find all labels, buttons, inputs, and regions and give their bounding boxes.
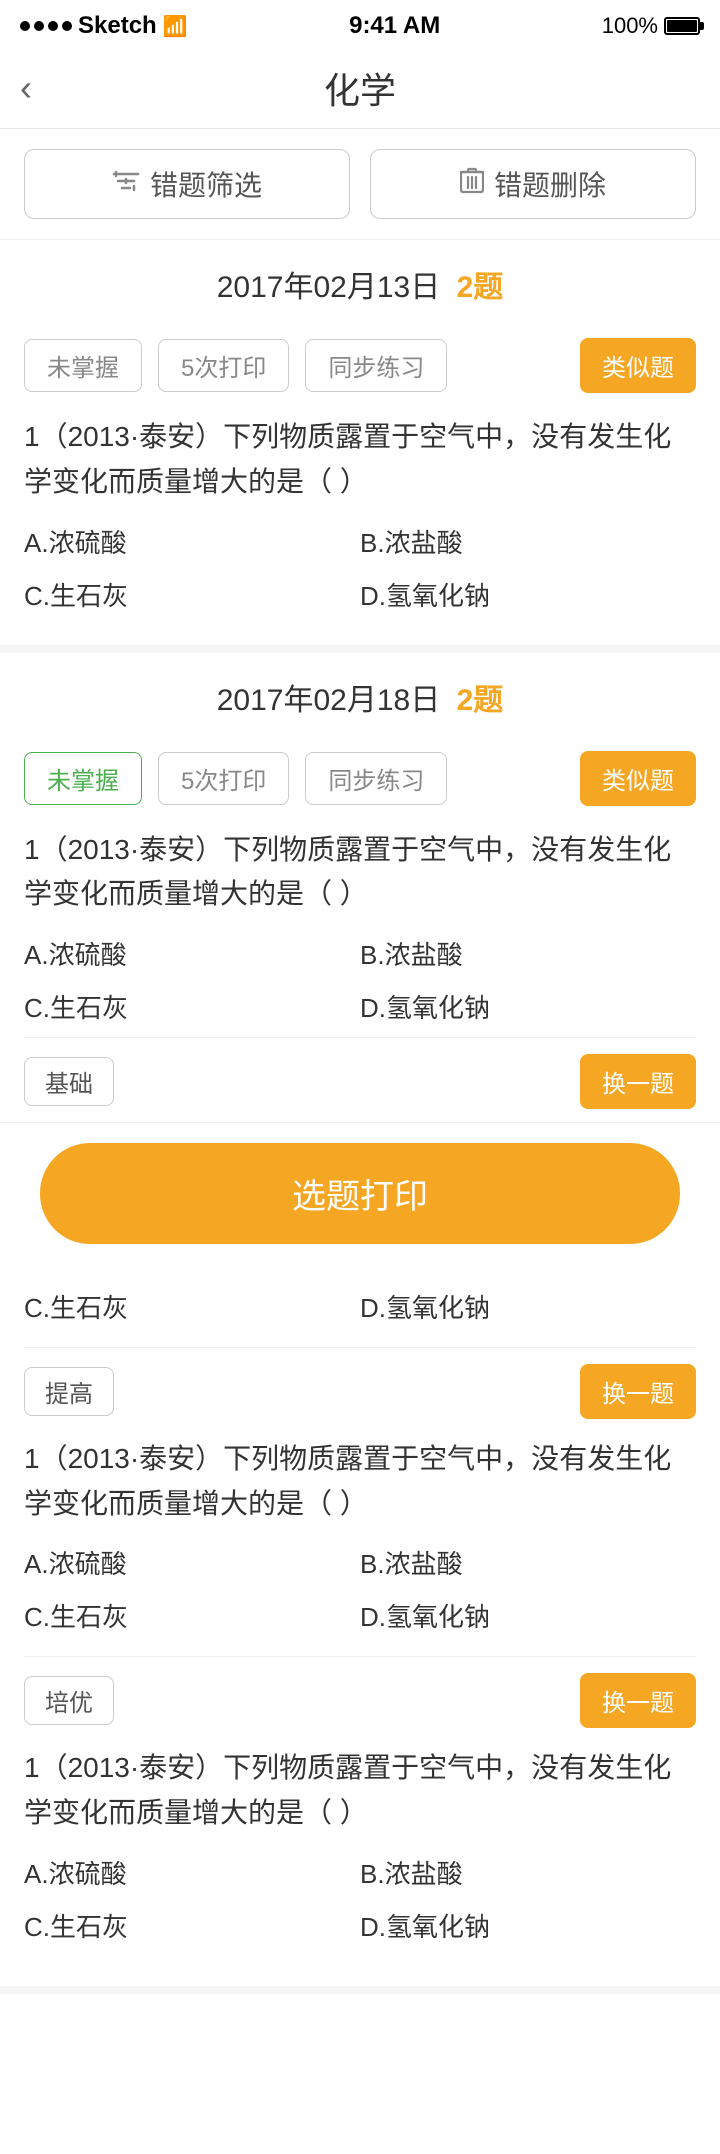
section-date-2: 2017年02月18日	[217, 684, 440, 717]
sub-tag-basic: 基础	[24, 1057, 114, 1106]
sub-question-choices-improve: A.浓硫酸 B.浓盐酸 C.生石灰 D.氢氧化钠	[24, 1540, 696, 1646]
tag-print-2[interactable]: 5次打印	[158, 752, 289, 805]
choice-1a: A.浓硫酸	[24, 519, 360, 564]
swap-button-basic[interactable]: 换一题	[580, 1054, 696, 1109]
nav-bar: ‹ 化学	[0, 48, 720, 129]
battery-icon	[664, 17, 700, 35]
toolbar: 错题筛选 错题删除	[0, 129, 720, 240]
sub-tag-row-improve: 提高 换一题	[24, 1364, 696, 1419]
sub-choice-improve-d: D.氢氧化钠	[360, 1593, 696, 1638]
carrier-label: Sketch	[78, 12, 157, 40]
choice-1b: B.浓盐酸	[360, 519, 696, 564]
choice-2b: B.浓盐酸	[360, 931, 696, 976]
tag-sync-1[interactable]: 同步练习	[305, 339, 447, 392]
sub-tag-elite: 培优	[24, 1676, 114, 1725]
sub-question-choices-elite: A.浓硫酸 B.浓盐酸 C.生石灰 D.氢氧化钠	[24, 1850, 696, 1956]
tag-sync-2[interactable]: 同步练习	[305, 752, 447, 805]
sub-choice-basic-c: C.生石灰	[24, 1284, 360, 1329]
wifi-icon: 📶	[163, 14, 188, 39]
tag-row-1: 未掌握 5次打印 同步练习 类似题	[24, 322, 696, 407]
question-choices-1: A.浓硫酸 B.浓盐酸 C.生石灰 D.氢氧化钠	[24, 519, 696, 625]
choice-1d: D.氢氧化钠	[360, 572, 696, 617]
bottom-bar: 选题打印	[0, 1122, 720, 1280]
sub-tag-row-elite: 培优 换一题	[24, 1673, 696, 1728]
page-title: 化学	[324, 62, 396, 114]
question-card-2: 未掌握 5次打印 同步练习 类似题 1（2013·泰安）下列物质露置于空气中，没…	[0, 735, 720, 1994]
section-date-1: 2017年02月13日	[217, 271, 440, 304]
filter-icon	[112, 167, 140, 201]
swap-button-improve[interactable]: 换一题	[580, 1364, 696, 1419]
section-count-1: 2题	[457, 271, 504, 304]
filter-button[interactable]: 错题筛选	[24, 149, 350, 219]
sub-tag-row-basic: 基础 换一题	[24, 1054, 696, 1109]
tag-unmastered-1[interactable]: 未掌握	[24, 339, 142, 392]
tag-unmastered-2[interactable]: 未掌握	[24, 752, 142, 805]
sub-question-text-improve: 1（2013·泰安）下列物质露置于空气中，没有发生化学变化而质量增大的是（ ）	[24, 1429, 696, 1541]
sub-choice-basic-d: D.氢氧化钠	[360, 1284, 696, 1329]
similar-button-2[interactable]: 类似题	[580, 751, 696, 806]
filter-label: 错题筛选	[150, 164, 262, 204]
sub-choice-improve-b: B.浓盐酸	[360, 1540, 696, 1585]
sub-tag-improve: 提高	[24, 1367, 114, 1416]
choice-2d: D.氢氧化钠	[360, 984, 696, 1029]
choice-2c: C.生石灰	[24, 984, 360, 1029]
battery-label: 100%	[602, 13, 658, 39]
sub-choice-elite-c: C.生石灰	[24, 1903, 360, 1948]
delete-button[interactable]: 错题删除	[370, 149, 696, 219]
sub-question-text-elite: 1（2013·泰安）下列物质露置于空气中，没有发生化学变化而质量增大的是（ ）	[24, 1738, 696, 1850]
print-button[interactable]: 选题打印	[40, 1143, 680, 1244]
time-label: 9:41 AM	[349, 12, 440, 40]
choice-2a: A.浓硫酸	[24, 931, 360, 976]
swap-button-elite[interactable]: 换一题	[580, 1673, 696, 1728]
tag-print-1[interactable]: 5次打印	[158, 339, 289, 392]
question-card-1: 未掌握 5次打印 同步练习 类似题 1（2013·泰安）下列物质露置于空气中，没…	[0, 322, 720, 653]
sub-choice-elite-a: A.浓硫酸	[24, 1850, 360, 1895]
sub-choice-elite-b: B.浓盐酸	[360, 1850, 696, 1895]
question-text-2: 1（2013·泰安）下列物质露置于空气中，没有发生化学变化而质量增大的是（ ）	[24, 820, 696, 932]
sub-choice-improve-a: A.浓硫酸	[24, 1540, 360, 1585]
sub-choice-improve-c: C.生石灰	[24, 1593, 360, 1638]
back-button[interactable]: ‹	[20, 70, 32, 106]
similar-button-1[interactable]: 类似题	[580, 338, 696, 393]
question-text-1: 1（2013·泰安）下列物质露置于空气中，没有发生化学变化而质量增大的是（ ）	[24, 407, 696, 519]
question-choices-2: A.浓硫酸 B.浓盐酸 C.生石灰 D.氢氧化钠	[24, 931, 696, 1037]
delete-icon	[460, 166, 484, 202]
sub-choice-elite-d: D.氢氧化钠	[360, 1903, 696, 1948]
section-header-2: 2017年02月18日 2题	[0, 653, 720, 735]
status-bar: Sketch 📶 9:41 AM 100%	[0, 0, 720, 48]
sub-block-elite: 培优 换一题 1（2013·泰安）下列物质露置于空气中，没有发生化学变化而质量增…	[24, 1656, 696, 1966]
tag-row-2: 未掌握 5次打印 同步练习 类似题	[24, 735, 696, 820]
section-count-2: 2题	[457, 684, 504, 717]
section-header-1: 2017年02月13日 2题	[0, 240, 720, 322]
sub-block-improve: 提高 换一题 1（2013·泰安）下列物质露置于空气中，没有发生化学变化而质量增…	[24, 1347, 696, 1657]
choice-1c: C.生石灰	[24, 572, 360, 617]
delete-label: 错题删除	[494, 164, 606, 204]
